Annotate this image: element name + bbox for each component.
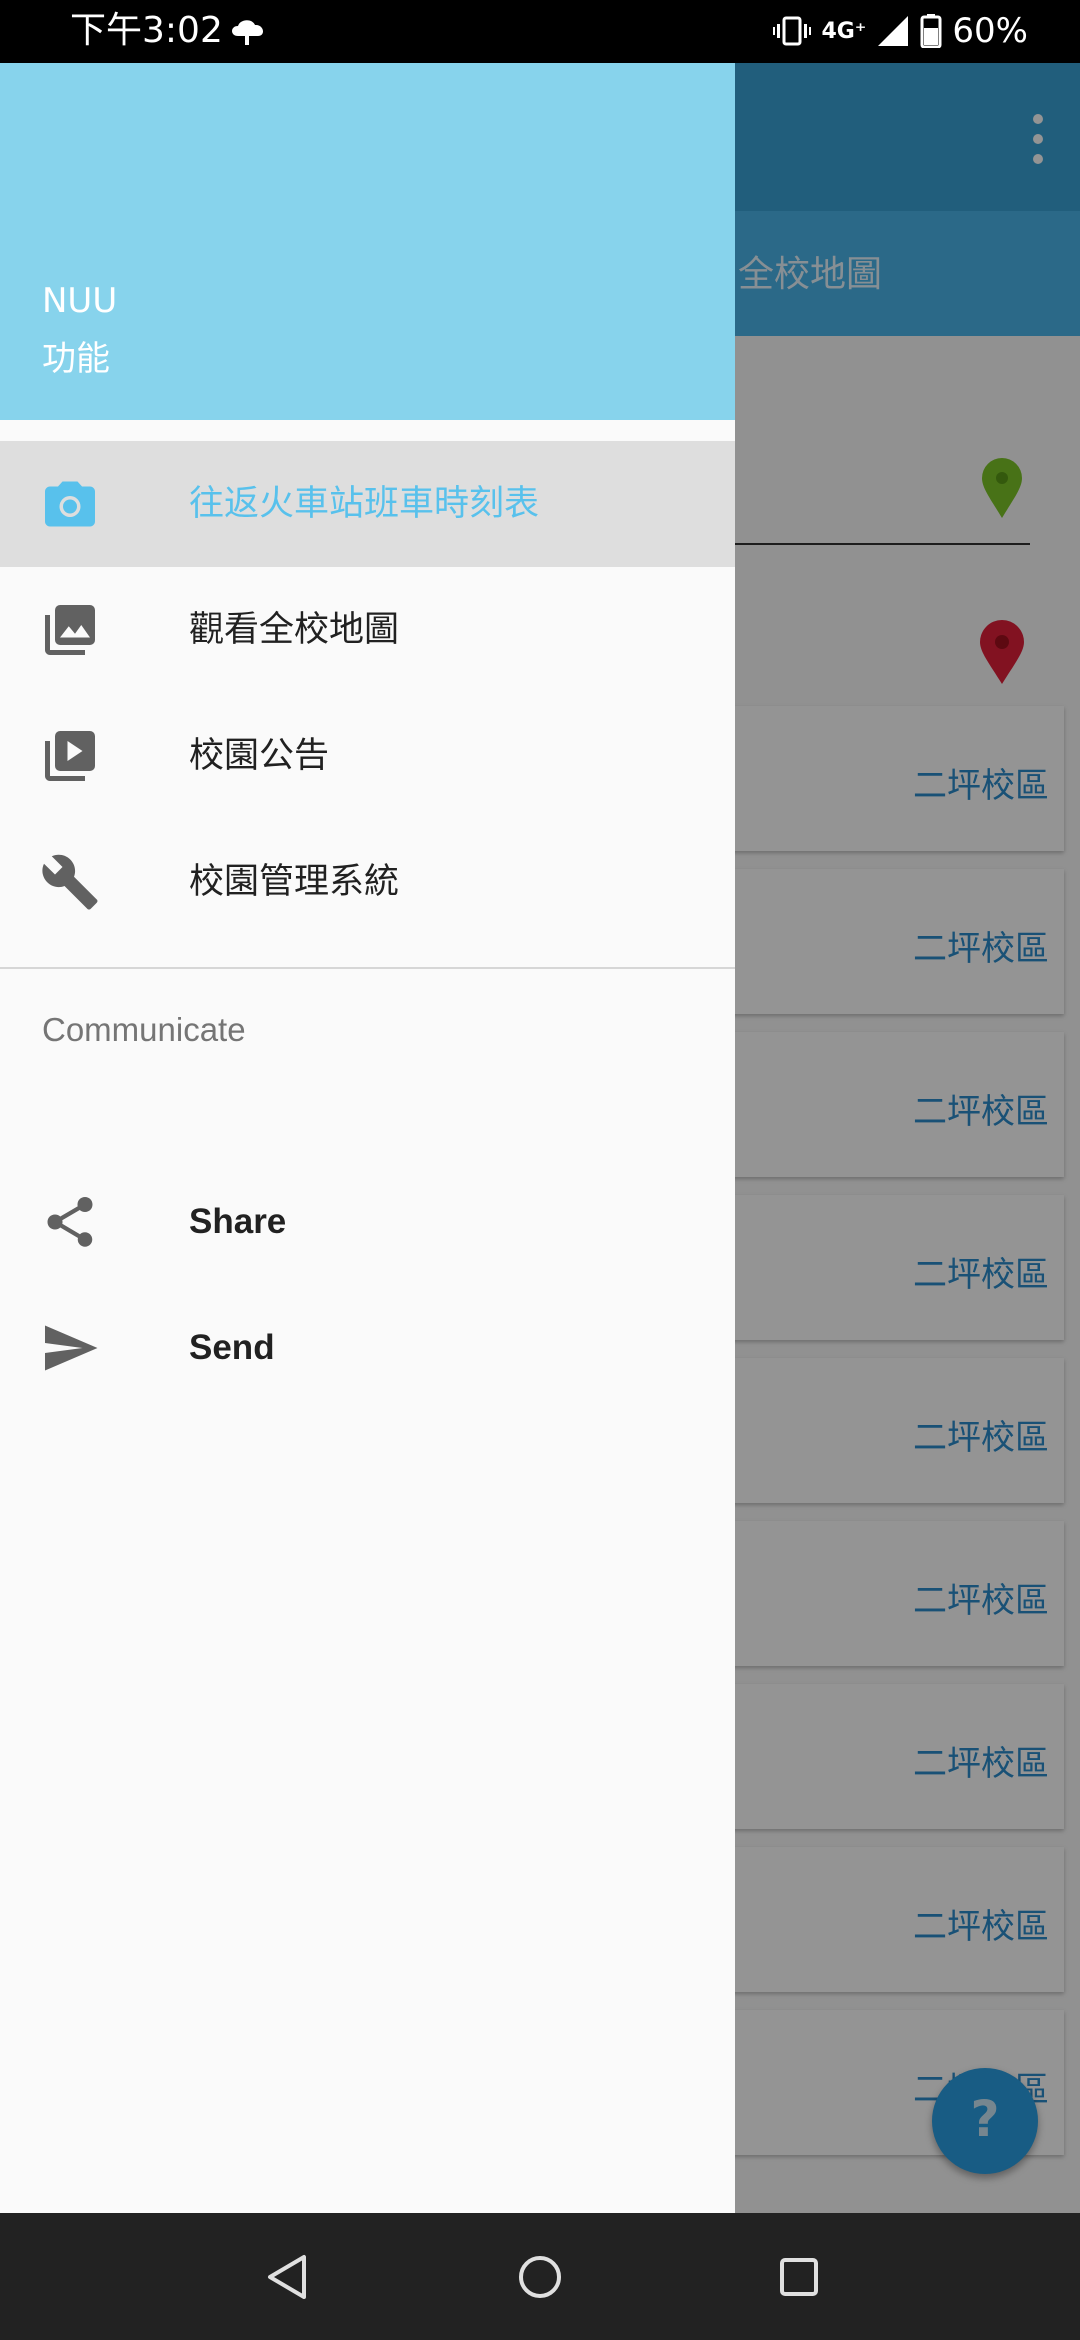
home-icon[interactable]: [504, 2241, 576, 2313]
menu-item-send[interactable]: Send: [0, 1285, 735, 1411]
back-icon[interactable]: [252, 2241, 324, 2313]
menu-item-label: Send: [189, 1328, 275, 1367]
drawer-header: NUU 功能: [0, 63, 735, 420]
status-bar: 下午3:02 4G⁺ 60%: [0, 0, 1080, 63]
navigation-drawer: NUU 功能 往返火車站班車時刻表 觀看全校地圖 校園公告 校園管理系統 Com…: [0, 63, 735, 2213]
recents-icon[interactable]: [763, 2241, 835, 2313]
menu-item-management-system[interactable]: 校園管理系統: [0, 819, 735, 945]
status-indicators: 4G⁺ 60%: [773, 8, 1028, 54]
signal-icon: [878, 16, 909, 46]
drawer-header-title: NUU: [42, 281, 118, 321]
slideshow-icon: [45, 731, 95, 781]
battery-percent: 60%: [952, 11, 1028, 51]
camera-icon: [45, 481, 95, 527]
cloud-icon: [232, 20, 264, 45]
share-icon: [47, 1197, 93, 1247]
menu-divider: [0, 967, 735, 969]
menu-item-share[interactable]: Share: [0, 1159, 735, 1285]
network-type: 4G⁺: [821, 18, 867, 44]
menu-item-label: 觀看全校地圖: [189, 610, 400, 650]
send-icon: [45, 1325, 98, 1371]
menu-item-label: Share: [189, 1202, 287, 1241]
menu-item-label: 校園管理系統: [189, 862, 400, 902]
wrench-icon: [42, 854, 98, 910]
status-time: 下午3:02: [70, 10, 223, 51]
menu-item-label: 往返火車站班車時刻表: [189, 484, 540, 524]
menu-item-label: 校園公告: [189, 736, 330, 776]
menu-item-announcements[interactable]: 校園公告: [0, 693, 735, 819]
drawer-header-subtitle: 功能: [42, 339, 110, 379]
gallery-icon: [45, 605, 95, 655]
menu-item-campus-map[interactable]: 觀看全校地圖: [0, 567, 735, 693]
vibrate-icon: [773, 16, 812, 46]
battery-icon: [920, 14, 942, 48]
section-header-communicate: Communicate: [42, 1011, 246, 1048]
system-nav-bar: [0, 2213, 1080, 2340]
menu-item-shuttle-schedule[interactable]: 往返火車站班車時刻表: [0, 441, 735, 567]
